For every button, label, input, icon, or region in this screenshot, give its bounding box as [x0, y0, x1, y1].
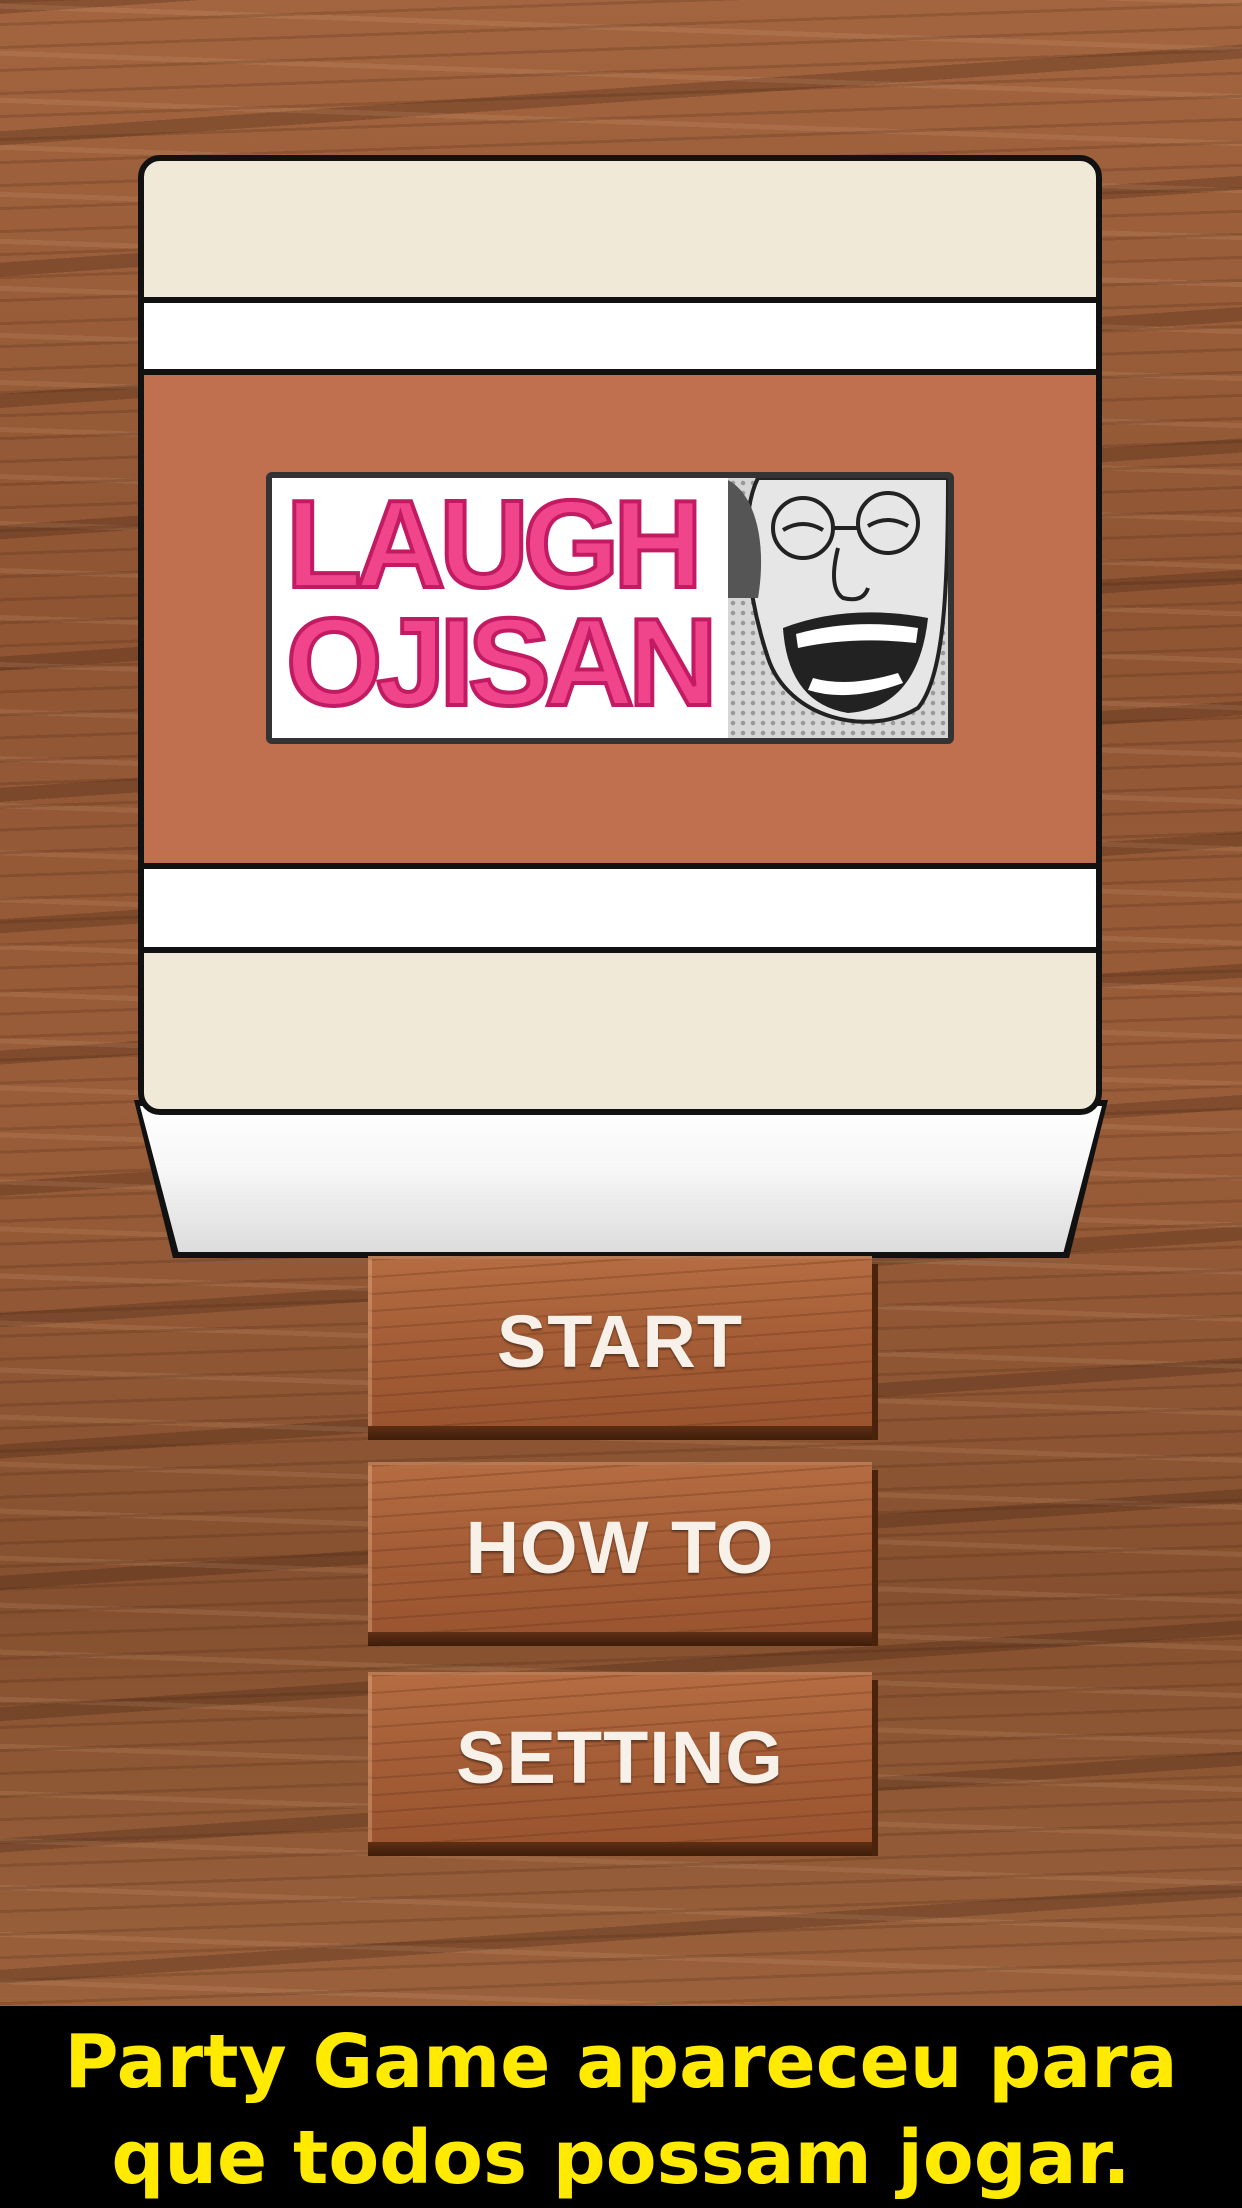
start-button[interactable]: START — [368, 1256, 878, 1440]
laughing-man-face-icon — [723, 478, 948, 738]
how-to-button-side — [872, 1470, 878, 1646]
promo-caption-bar: Party Game apareceu para que todos possa… — [0, 2006, 1242, 2208]
caption-line-1: Party Game apareceu para — [64, 2019, 1178, 2105]
box-bottom-stripe — [144, 863, 1096, 953]
how-to-button-label: HOW TO — [465, 1505, 775, 1589]
setting-button-label: SETTING — [456, 1715, 784, 1799]
logo-line-1: LAUGH — [284, 476, 705, 614]
start-button-edge — [368, 1426, 872, 1440]
box-top-stripe — [144, 297, 1096, 375]
box-base — [140, 1106, 1102, 1252]
setting-button[interactable]: SETTING — [368, 1672, 878, 1856]
caption-line-2: que todos possam jogar. — [111, 2115, 1131, 2201]
how-to-button[interactable]: HOW TO — [368, 1462, 878, 1646]
how-to-button-edge — [368, 1632, 872, 1646]
setting-button-edge — [368, 1842, 872, 1856]
logo-title: LAUGH OJISAN — [284, 476, 756, 732]
game-logo: LAUGH OJISAN — [266, 472, 954, 744]
start-button-side — [872, 1264, 878, 1440]
start-button-label: START — [496, 1299, 744, 1383]
logo-line-2: OJISAN — [284, 594, 720, 732]
setting-button-side — [872, 1680, 878, 1856]
